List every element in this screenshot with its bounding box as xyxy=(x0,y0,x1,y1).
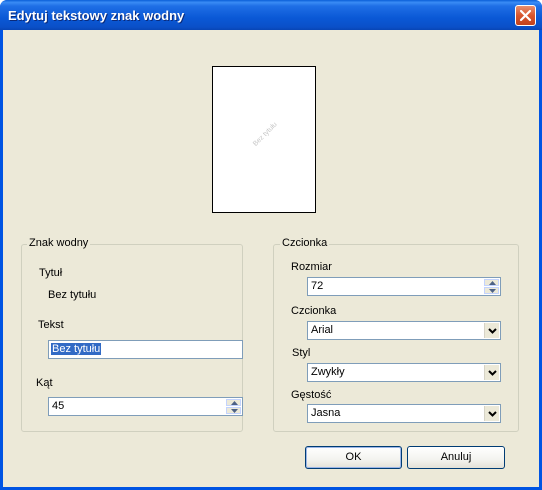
spin-down-icon xyxy=(489,289,496,293)
watermark-group-legend: Znak wodny xyxy=(27,237,91,249)
density-label: Gęstość xyxy=(291,389,332,401)
spin-down-icon xyxy=(231,409,238,413)
size-spin-down[interactable] xyxy=(484,287,499,294)
close-icon xyxy=(519,9,532,22)
angle-stepper[interactable]: 45 xyxy=(48,397,243,416)
density-dropdown-button[interactable] xyxy=(484,406,499,421)
size-value: 72 xyxy=(311,280,324,292)
spin-up-icon xyxy=(231,401,238,405)
angle-value: 45 xyxy=(52,400,65,412)
watermark-preview: Bez tytułu xyxy=(212,66,316,213)
style-select[interactable]: Zwykły xyxy=(307,363,501,382)
window-title: Edytuj tekstowy znak wodny xyxy=(8,8,185,23)
font-dropdown-button[interactable] xyxy=(484,323,499,338)
spin-up-icon xyxy=(489,281,496,285)
text-input-value: Bez tytułu xyxy=(51,343,102,355)
angle-spin-up[interactable] xyxy=(226,399,241,406)
font-groupbox: Czcionka Rozmiar 72 Czcionka Arial Styl … xyxy=(273,237,519,432)
watermark-groupbox: Znak wodny Tytuł Bez tytułu Tekst Bez ty… xyxy=(21,237,243,432)
density-select[interactable]: Jasna xyxy=(307,404,501,423)
dialog-window: Edytuj tekstowy znak wodny Bez tytułu Zn… xyxy=(0,0,542,490)
size-spin-up[interactable] xyxy=(484,279,499,286)
close-button[interactable] xyxy=(515,5,536,26)
title-bar[interactable]: Edytuj tekstowy znak wodny xyxy=(0,0,542,30)
font-select-value: Arial xyxy=(311,324,334,336)
angle-spinner[interactable] xyxy=(226,399,241,414)
chevron-down-icon xyxy=(488,411,497,417)
cancel-button[interactable]: Anuluj xyxy=(407,446,505,469)
text-label: Tekst xyxy=(38,319,64,331)
preview-watermark-text: Bez tytułu xyxy=(252,121,279,148)
font-select[interactable]: Arial xyxy=(307,321,501,340)
style-select-value: Zwykły xyxy=(311,366,345,378)
font-label: Czcionka xyxy=(291,305,337,317)
dialog-client-area: Bez tytułu Znak wodny Tytuł Bez tytułu T… xyxy=(3,30,539,487)
chevron-down-icon xyxy=(488,328,497,334)
style-label: Styl xyxy=(292,347,311,359)
style-dropdown-button[interactable] xyxy=(484,365,499,380)
angle-label: Kąt xyxy=(36,377,53,389)
ok-button[interactable]: OK xyxy=(305,446,402,469)
size-stepper[interactable]: 72 xyxy=(307,277,501,296)
title-value: Bez tytułu xyxy=(48,289,97,301)
text-input[interactable]: Bez tytułu xyxy=(48,340,243,359)
size-spinner[interactable] xyxy=(484,279,499,294)
title-label: Tytuł xyxy=(39,267,63,279)
angle-spin-down[interactable] xyxy=(226,407,241,414)
chevron-down-icon xyxy=(488,370,497,376)
density-select-value: Jasna xyxy=(311,407,341,419)
size-label: Rozmiar xyxy=(291,261,332,273)
font-group-legend: Czcionka xyxy=(280,237,330,249)
